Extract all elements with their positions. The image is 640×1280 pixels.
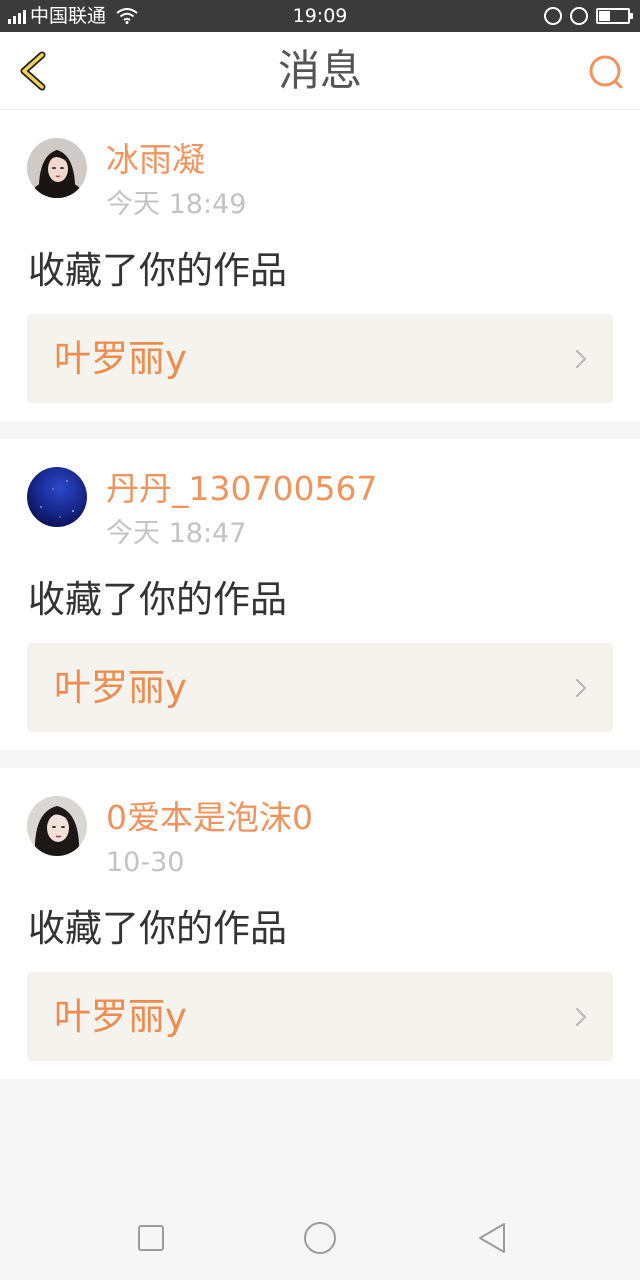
avatar[interactable] (27, 796, 87, 856)
user-name[interactable]: 丹丹_130700567 (106, 469, 377, 509)
status-right (544, 5, 633, 27)
recent-apps-button[interactable] (131, 1218, 171, 1258)
search-button[interactable] (586, 52, 626, 92)
timestamp: 今天 18:49 (106, 189, 247, 220)
system-back-button[interactable] (472, 1218, 512, 1258)
avatar[interactable] (27, 467, 87, 527)
avatar-image (27, 467, 87, 527)
work-title: 叶罗丽y (54, 337, 187, 380)
action-text: 收藏了你的作品 (28, 907, 287, 950)
user-name[interactable]: 冰雨凝 (106, 140, 205, 180)
triangle-back-icon (479, 1223, 505, 1253)
timestamp: 10-30 (106, 847, 185, 878)
chevron-right-icon (575, 1007, 587, 1027)
work-title: 叶罗丽y (54, 666, 187, 709)
work-link[interactable]: 叶罗丽y (27, 972, 613, 1061)
battery-level (599, 11, 611, 21)
battery-icon (596, 8, 633, 24)
message-card: 0爱本是泡沫0 10-30 收藏了你的作品 叶罗丽y (0, 768, 640, 1079)
rotation-lock-icon (544, 7, 562, 25)
message-card: 冰雨凝 今天 18:49 收藏了你的作品 叶罗丽y (0, 110, 640, 421)
navigation-bar (0, 1200, 640, 1280)
chevron-right-icon (575, 349, 587, 369)
status-bar: 中国联通 19:09 (0, 0, 640, 32)
message-card: 丹丹_130700567 今天 18:47 收藏了你的作品 叶罗丽y (0, 439, 640, 750)
avatar-image (27, 796, 87, 856)
action-text: 收藏了你的作品 (28, 578, 287, 621)
avatar-image (27, 138, 87, 198)
work-link[interactable]: 叶罗丽y (27, 643, 613, 732)
square-icon (138, 1225, 164, 1251)
header: 消息 (0, 32, 640, 110)
work-title: 叶罗丽y (54, 995, 187, 1038)
search-icon (589, 55, 623, 89)
work-link[interactable]: 叶罗丽y (27, 314, 613, 403)
user-name[interactable]: 0爱本是泡沫0 (106, 798, 313, 838)
chevron-right-icon (575, 678, 587, 698)
action-text: 收藏了你的作品 (28, 249, 287, 292)
timestamp: 今天 18:47 (106, 518, 247, 549)
avatar[interactable] (27, 138, 87, 198)
circle-icon (304, 1222, 336, 1254)
home-button[interactable] (300, 1218, 340, 1258)
alarm-icon (570, 7, 588, 25)
page-title: 消息 (277, 46, 362, 95)
